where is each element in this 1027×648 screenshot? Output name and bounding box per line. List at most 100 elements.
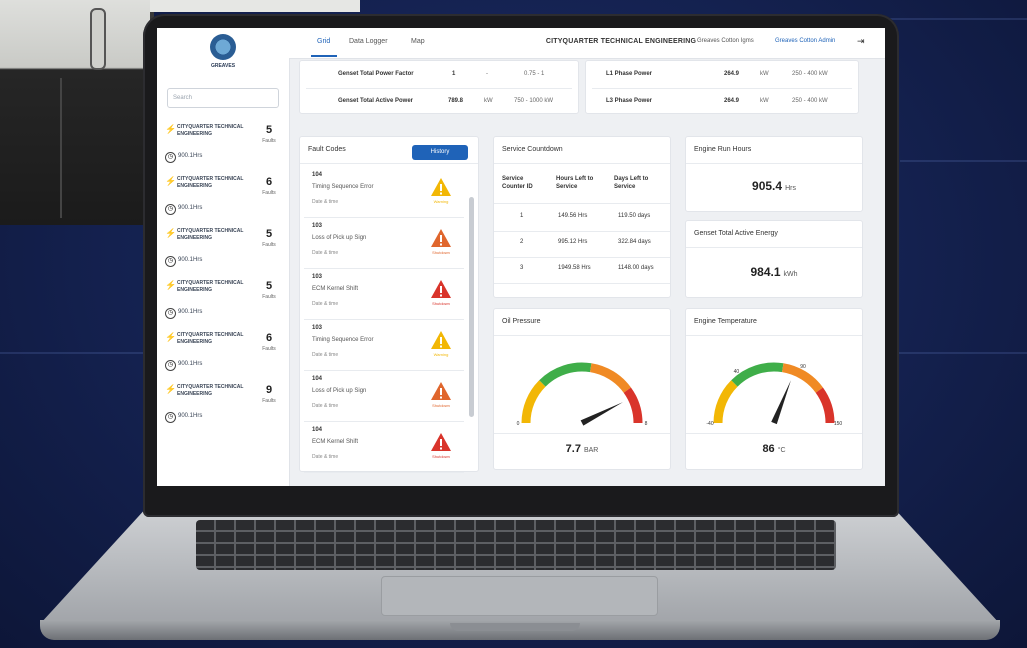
warning-triangle-icon [431,178,451,196]
fault-list-item[interactable]: 104 Loss of Pick up Sign Date & time Shutdo… [304,371,464,422]
service-countdown-panel: Service Countdown Service Counter ID Hou… [493,136,671,298]
lightning-bolt-icon: ⚡ [165,176,177,186]
gauge-segment [713,380,738,424]
table-cell: 2 [520,239,524,245]
tab-map[interactable]: Map [411,38,425,45]
metric-value: 789.8 [448,98,464,104]
fault-description: ECM Kernel Shift [312,286,359,292]
background-stripe [0,352,150,354]
clock-icon: ◷ [165,308,176,319]
fault-severity: Shutdown [432,301,450,306]
unit-faults-label: Faults [262,398,276,404]
gauge-mark-label: 90 [800,364,806,370]
unit-fault-count: 5 [265,228,273,240]
metric-label: L1 Phase Power [606,71,653,77]
company-logo: GREAVES [204,34,242,82]
fault-list-item[interactable]: 104 Timing Sequence Error Date & time Warni… [304,167,464,218]
fault-date: Date & time [312,403,339,409]
gauge-segment [623,387,643,424]
unit-fault-count: 9 [265,384,273,396]
warning-triangle-icon [431,382,451,400]
sidebar-unit-item[interactable]: ⚡ CITYQUARTER TECHNICAL ENGINEERING 6 Fault… [163,330,283,382]
table-row-divider [494,231,670,232]
gauge-max-label: 8 [645,421,648,427]
fault-code: 104 [312,427,323,433]
fault-list-scrollbar[interactable] [469,197,474,417]
sidebar-unit-item[interactable]: ⚡ CITYQUARTER TECHNICAL ENGINEERING 6 Fault… [163,174,283,226]
unit-name: CITYQUARTER TECHNICAL ENGINEERING [177,228,244,241]
engine-temperature-unit: °C [777,447,786,454]
table-cell: 3 [520,265,524,271]
fault-date: Date & time [312,301,339,307]
unit-faults-label: Faults [262,294,276,300]
unit-faults-label: Faults [262,190,276,196]
gauge-segment [539,362,592,387]
service-countdown-title: Service Countdown [502,146,563,153]
fault-list-item[interactable]: 103 Loss of Pick up Sign Date & time Shutdo… [304,218,464,269]
unit-fault-count: 6 [265,176,273,188]
metrics-panel-left: Genset Total Power Factor 1 - 0.75 - 1 G… [299,60,579,114]
cabinet-door [60,78,142,218]
unit-fault-count: 5 [265,280,273,292]
sidebar-unit-item[interactable]: ⚡ CITYQUARTER TECHNICAL ENGINEERING 9 Fault… [163,382,283,434]
fault-list-item[interactable]: 103 Timing Sequence Error Date & time Warni… [304,320,464,371]
gauge-min-label: -40 [706,421,713,427]
oil-pressure-value: 7.7 BAR [494,443,670,455]
oil-pressure-title: Oil Pressure [502,318,541,325]
metric-range: 250 - 400 kW [792,98,828,104]
genset-energy-number: 984.1 [750,265,781,279]
unit-hours: 900.1Hrs [178,205,203,211]
fault-date: Date & time [312,454,339,460]
fault-code: 103 [312,223,323,229]
genset-energy-value: 984.1 kWh [686,265,862,279]
metric-unit: kW [484,98,493,104]
page-title: CITYQUARTER TECHNICAL ENGINEERING [545,38,697,45]
unit-hours: 900.1Hrs [178,257,203,263]
sidebar-unit-item[interactable]: ⚡ CITYQUARTER TECHNICAL ENGINEERING 5 Fault… [163,122,283,174]
engine-run-hours-number: 905.4 [752,179,783,193]
table-cell: 119.50 days [618,213,651,219]
clock-icon: ◷ [165,256,176,267]
app-screen: GREAVES Search ⚡ CITYQUARTER TECHNICAL EN… [157,28,885,486]
user-link-admin[interactable]: Greaves Cotton Admin [775,38,835,44]
clock-icon: ◷ [165,204,176,215]
fault-list-item[interactable]: 103 ECM Kernel Shift Date & time Shutdown [304,269,464,320]
logo-emblem-icon [210,34,236,60]
metric-value: 264.9 [724,71,740,77]
history-button[interactable]: History [412,145,468,160]
oil-pressure-gauge: 08 [517,362,648,427]
top-bar: Grid Data Logger Map CITYQUARTER TECHNIC… [289,28,885,59]
tab-grid[interactable]: Grid [317,38,330,45]
warning-triangle-icon [431,229,451,247]
metric-unit: kW [760,98,769,104]
column-header: Service Counter ID [502,176,533,190]
table-cell: 995.12 Hrs [558,239,588,245]
search-input[interactable]: Search [167,88,279,108]
fault-list-item[interactable]: 104 ECM Kernel Shift Date & time Shutdown [304,422,464,473]
unit-fault-count: 6 [265,332,273,344]
generator-cabinet [0,0,360,225]
lightning-bolt-icon: ⚡ [165,384,177,394]
gauge-segment [521,380,546,424]
metric-unit: kW [760,71,769,77]
tab-data-logger[interactable]: Data Logger [349,38,388,45]
genset-energy-unit: kWh [783,271,798,278]
active-tab-indicator [311,55,337,57]
sidebar-unit-item[interactable]: ⚡ CITYQUARTER TECHNICAL ENGINEERING 5 Fault… [163,278,283,330]
metric-label: Genset Total Power Factor [338,71,414,77]
logout-icon[interactable]: ⇥ [857,36,865,47]
background-stripe [900,160,1027,162]
engine-temperature-title: Engine Temperature [694,318,757,325]
fault-severity: Warning [433,199,449,204]
gauge-mark-label: 40 [734,369,740,375]
metric-range: 0.75 - 1 [524,71,545,77]
column-header: Hours Left to Service [556,176,594,190]
engine-temperature-gauge: -40 150 40 90 [706,362,842,427]
unit-name: CITYQUARTER TECHNICAL ENGINEERING [177,384,244,397]
gauge-needle [771,380,791,425]
fault-code: 103 [312,325,323,331]
user-link-igms[interactable]: Greaves Cotton Igms [697,38,754,44]
fault-description: Timing Sequence Error [312,184,374,190]
lightning-bolt-icon: ⚡ [165,280,177,290]
sidebar-unit-item[interactable]: ⚡ CITYQUARTER TECHNICAL ENGINEERING 5 Fault… [163,226,283,278]
